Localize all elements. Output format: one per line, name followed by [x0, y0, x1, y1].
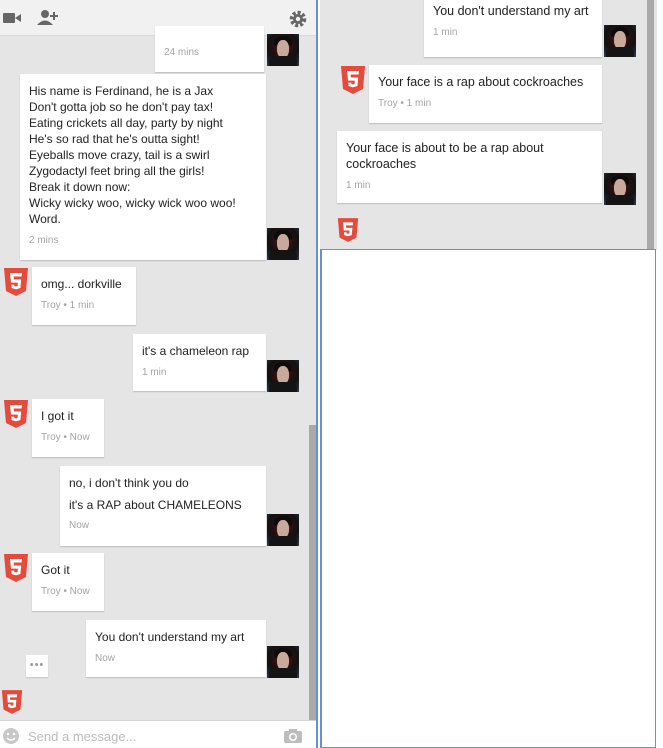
message-bubble: You don't understand my art 1 min: [424, 0, 602, 57]
avatar: [604, 25, 636, 57]
message-text: Your face is a rap about cockroaches: [378, 75, 584, 89]
message-text: no, i don't think you do it's a RAP abou…: [69, 476, 242, 512]
avatar: [267, 646, 299, 678]
avatar: [267, 360, 299, 392]
message-bubble: Got it Troy • Now: [32, 553, 104, 611]
scrollbar[interactable]: [647, 0, 654, 250]
typing-indicator: •••: [26, 655, 48, 677]
avatar: [267, 228, 299, 260]
message-list[interactable]: You don't understand my art 1 min Your f…: [320, 0, 657, 250]
message-bubble: 24 mins: [155, 26, 264, 72]
message-meta: Troy • 1 min: [41, 300, 95, 311]
camera-icon[interactable]: [283, 728, 303, 747]
message-meta: 1 min: [142, 367, 167, 378]
message-meta: 1 min: [346, 180, 371, 191]
html5-logo-icon: [1, 690, 23, 714]
message-meta: Now: [69, 520, 90, 531]
message-text: You don't understand my art: [95, 630, 245, 644]
message-meta: 2 mins: [29, 235, 59, 246]
smiley-icon[interactable]: [2, 727, 20, 748]
html5-logo-icon: [341, 66, 365, 94]
message-text: His name is Ferdinand, he is a Jax Don't…: [29, 84, 236, 226]
message-meta: Troy • Now: [41, 586, 90, 597]
message-bubble: omg... dorkville Troy • 1 min: [32, 267, 136, 325]
message-bubble: Your face is a rap about cockroaches Tro…: [369, 65, 602, 123]
message-meta: 24 mins: [164, 47, 200, 58]
html5-logo-icon: [4, 554, 28, 582]
message-input-bar: [0, 720, 316, 748]
message-text: Got it: [41, 563, 70, 577]
video-camera-icon[interactable]: [2, 9, 22, 27]
add-person-icon[interactable]: [37, 9, 58, 27]
avatar: [267, 514, 299, 546]
message-bubble: You don't understand my art Now: [86, 620, 266, 677]
html5-logo-icon: [4, 268, 28, 296]
message-text: I got it: [41, 409, 74, 423]
message-text: You don't understand my art: [433, 4, 589, 18]
message-bubble: no, i don't think you do it's a RAP abou…: [60, 466, 266, 546]
message-bubble: Your face is about to be a rap about coc…: [337, 131, 602, 203]
html5-logo-icon: [337, 218, 359, 242]
message-meta: Troy • Now: [41, 432, 90, 443]
scrollbar[interactable]: [309, 425, 316, 720]
right-chat-window: You don't understand my art 1 min Your f…: [320, 0, 663, 748]
message-bubble: His name is Ferdinand, he is a Jax Don't…: [20, 74, 266, 260]
message-input-area[interactable]: [320, 249, 656, 748]
message-meta: Troy • 1 min: [378, 98, 432, 109]
message-input[interactable]: [28, 727, 278, 745]
message-list[interactable]: 24 mins His name is Ferdinand, he is a J…: [0, 26, 316, 720]
message-meta: Now: [95, 653, 116, 664]
message-bubble: it's a chameleon rap 1 min: [133, 334, 266, 391]
avatar: [604, 173, 636, 205]
message-text: it's a chameleon rap: [142, 344, 250, 358]
avatar: [267, 34, 299, 66]
message-bubble: I got it Troy • Now: [32, 399, 104, 457]
gear-icon[interactable]: [288, 9, 308, 28]
left-chat-window: 24 mins His name is Ferdinand, he is a J…: [0, 0, 318, 748]
message-text: Your face is about to be a rap about coc…: [346, 141, 544, 171]
message-meta: 1 min: [433, 27, 458, 38]
message-text: omg... dorkville: [41, 277, 122, 291]
html5-logo-icon: [4, 400, 28, 428]
